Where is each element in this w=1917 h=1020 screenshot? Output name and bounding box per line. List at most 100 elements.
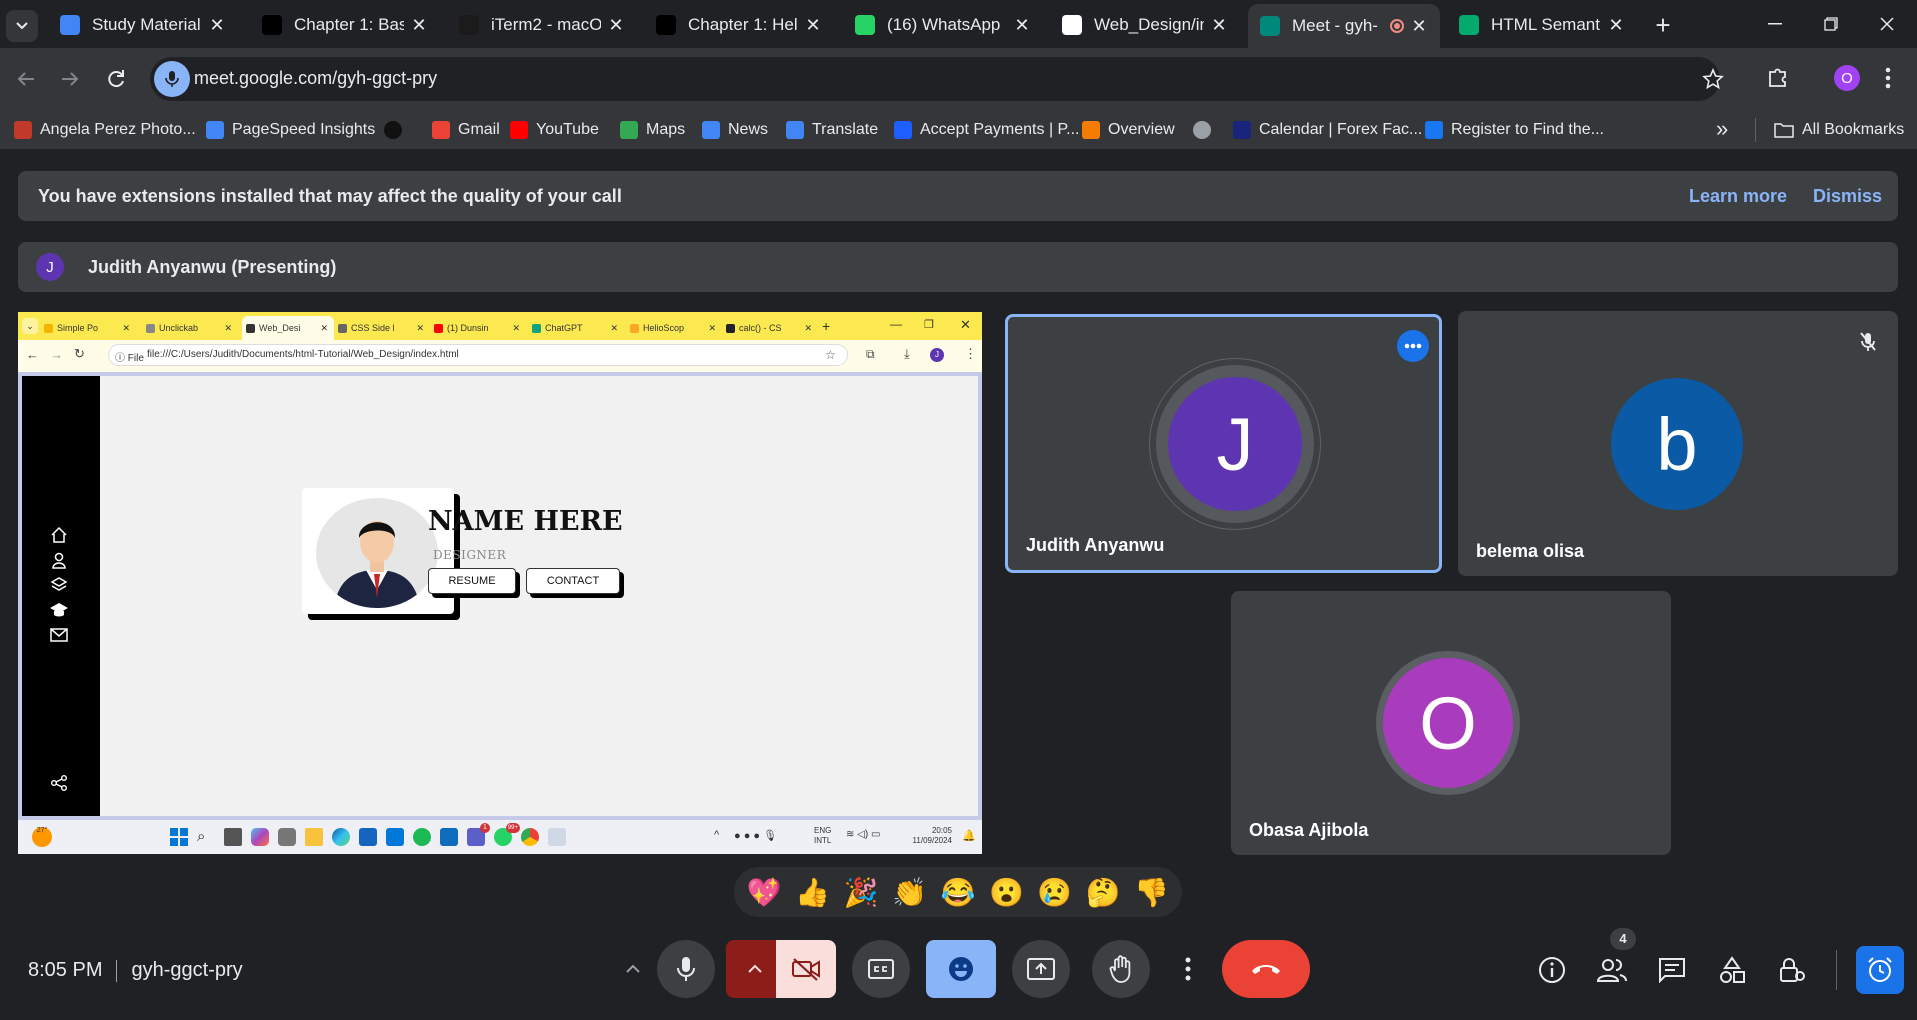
present-screen-button[interactable] xyxy=(1012,940,1070,998)
meet-icon xyxy=(1260,16,1280,36)
browser-tab[interactable]: (16) WhatsApp ✕ xyxy=(843,8,1043,42)
taskbar-clock: 20:05 11/09/2024 xyxy=(912,826,952,845)
bookmark-item[interactable]: Translate xyxy=(786,118,878,142)
new-tab-button[interactable]: + xyxy=(1648,10,1678,40)
extensions-warning-banner: You have extensions installed that may a… xyxy=(18,171,1898,221)
bookmark-item[interactable]: Register to Find the... xyxy=(1425,118,1604,142)
bookmark-favicon-icon xyxy=(206,121,224,139)
participant-tile-belema[interactable]: b belema olisa xyxy=(1458,311,1898,576)
hand-icon xyxy=(1109,955,1131,983)
more-options-button[interactable] xyxy=(1166,940,1210,998)
bookmark-item[interactable]: Accept Payments | P... xyxy=(894,118,1080,142)
browser-tab[interactable]: Chapter 1: Basics ✕ xyxy=(250,8,440,42)
microphone-button[interactable] xyxy=(657,940,715,998)
thinking-emoji[interactable]: 🤔 xyxy=(1083,872,1123,912)
bookmark-item[interactable] xyxy=(1193,118,1211,142)
close-tab-icon[interactable]: ✕ xyxy=(1013,15,1031,36)
arrow-right-icon xyxy=(62,72,79,86)
chevron-down-icon xyxy=(16,22,28,30)
close-tab-icon[interactable]: ✕ xyxy=(1607,15,1625,36)
bookmark-item[interactable]: Maps xyxy=(620,118,685,142)
reload-button[interactable] xyxy=(102,65,130,93)
camera-off-button[interactable] xyxy=(776,940,836,998)
bookmark-label: Overview xyxy=(1108,121,1175,138)
browser-tab[interactable]: Study Material - ✕ xyxy=(48,8,238,42)
browser-tab[interactable]: Chapter 1: Hello, ✕ xyxy=(644,8,834,42)
bookmark-item[interactable]: PageSpeed Insights xyxy=(206,118,375,142)
browser-menu-button[interactable] xyxy=(1884,65,1892,91)
captions-button[interactable] xyxy=(852,940,910,998)
people-button[interactable]: 4 xyxy=(1592,928,1636,990)
browser-tab[interactable]: HTML Semantic ✕ xyxy=(1447,8,1637,42)
activities-button[interactable] xyxy=(1712,950,1752,990)
shared-restore-icon: ❐ xyxy=(924,319,934,331)
bookmark-star-button[interactable] xyxy=(1702,68,1724,90)
close-tab-icon[interactable]: ✕ xyxy=(1210,15,1228,36)
bookmark-item[interactable]: Calendar | Forex Fac... xyxy=(1233,118,1422,142)
profile-avatar[interactable]: O xyxy=(1834,65,1860,91)
shared-screen[interactable]: ⌄ Simple Po ✕ Unclickab ✕ Web_Desi ✕ CSS Side … xyxy=(18,312,982,854)
minimize-button[interactable] xyxy=(1760,12,1790,36)
learn-more-link[interactable]: Learn more xyxy=(1689,186,1787,207)
participant-avatar: b xyxy=(1611,378,1743,510)
back-button[interactable] xyxy=(12,65,40,93)
bookmark-label: YouTube xyxy=(536,121,599,138)
close-window-button[interactable] xyxy=(1872,12,1902,36)
browser-tab[interactable]: iTerm2 - macOS ✕ xyxy=(447,8,637,42)
chevron-up-icon xyxy=(626,964,640,973)
bookmark-item[interactable]: Overview xyxy=(1082,118,1175,142)
thumbs-down-emoji[interactable]: 👎 xyxy=(1132,872,1172,912)
all-bookmarks-button[interactable]: All Bookmarks xyxy=(1774,118,1904,142)
address-bar[interactable]: meet.google.com/gyh-ggct-pry xyxy=(150,57,1724,101)
participant-tile-obasa[interactable]: O Obasa Ajibola xyxy=(1231,591,1671,855)
shared-tab-title: Unclickab xyxy=(159,323,199,333)
audio-options-button[interactable] xyxy=(607,940,659,998)
close-tab-icon[interactable]: ✕ xyxy=(208,15,226,36)
more-bookmarks-button[interactable]: » xyxy=(1716,116,1728,142)
bookmark-item[interactable]: Gmail xyxy=(432,118,500,142)
surprised-emoji[interactable]: 😮 xyxy=(986,872,1026,912)
crying-emoji[interactable]: 😢 xyxy=(1035,872,1075,912)
bookmark-item[interactable]: Angela Perez Photo... xyxy=(14,118,196,142)
close-tab-icon[interactable]: ✕ xyxy=(410,15,428,36)
windows-start-icon xyxy=(170,828,188,846)
participant-options-button[interactable] xyxy=(1397,330,1429,362)
bookmark-item[interactable]: YouTube xyxy=(510,118,599,142)
restore-button[interactable] xyxy=(1816,12,1846,36)
extensions-button[interactable] xyxy=(1766,65,1790,89)
browser-tab[interactable]: Meet - gyh- ✕ xyxy=(1248,4,1440,48)
laughing-emoji[interactable]: 😂 xyxy=(938,872,978,912)
close-tab-icon[interactable]: ✕ xyxy=(607,15,625,36)
tab-title: Meet - gyh- xyxy=(1292,16,1378,35)
bookmark-label: News xyxy=(728,121,769,138)
sparkling-heart-emoji[interactable]: 💖 xyxy=(744,872,784,912)
bookmark-item[interactable]: News xyxy=(702,118,768,142)
timer-button[interactable] xyxy=(1856,946,1904,994)
shared-profile-avatar: J xyxy=(930,348,944,362)
meeting-info: 8:05 PM gyh-ggct-pry xyxy=(28,959,243,982)
clapping-hands-emoji[interactable]: 👏 xyxy=(890,872,930,912)
meeting-details-button[interactable] xyxy=(1532,950,1572,990)
raise-hand-button[interactable] xyxy=(1092,940,1150,998)
hang-up-icon xyxy=(1252,965,1280,974)
participant-tile-judith[interactable]: J Judith Anyanwu xyxy=(1005,314,1442,573)
bookmark-item[interactable] xyxy=(384,118,402,142)
leave-call-button[interactable] xyxy=(1222,940,1310,998)
clock-time: 8:05 PM xyxy=(28,959,103,981)
mic-indicator-icon[interactable] xyxy=(154,61,190,97)
shared-close-icon: ✕ xyxy=(960,317,971,332)
people-count-badge: 4 xyxy=(1610,928,1636,950)
close-tab-icon[interactable]: ✕ xyxy=(1410,16,1428,37)
chat-button[interactable] xyxy=(1652,950,1692,990)
close-tab-icon[interactable]: ✕ xyxy=(804,15,822,36)
host-controls-button[interactable] xyxy=(1772,950,1812,990)
forward-button[interactable] xyxy=(56,65,84,93)
tab-title: Chapter 1: Basics xyxy=(294,15,404,34)
party-popper-emoji[interactable]: 🎉 xyxy=(841,872,881,912)
reactions-button[interactable] xyxy=(926,940,996,998)
browser-tab[interactable]: Web_Design/ind ✕ xyxy=(1050,8,1240,42)
tab-search-button[interactable] xyxy=(6,10,38,42)
thumbs-up-emoji[interactable]: 👍 xyxy=(793,872,833,912)
dismiss-button[interactable]: Dismiss xyxy=(1813,186,1882,207)
shared-page-viewport: ↖ xyxy=(18,372,982,820)
